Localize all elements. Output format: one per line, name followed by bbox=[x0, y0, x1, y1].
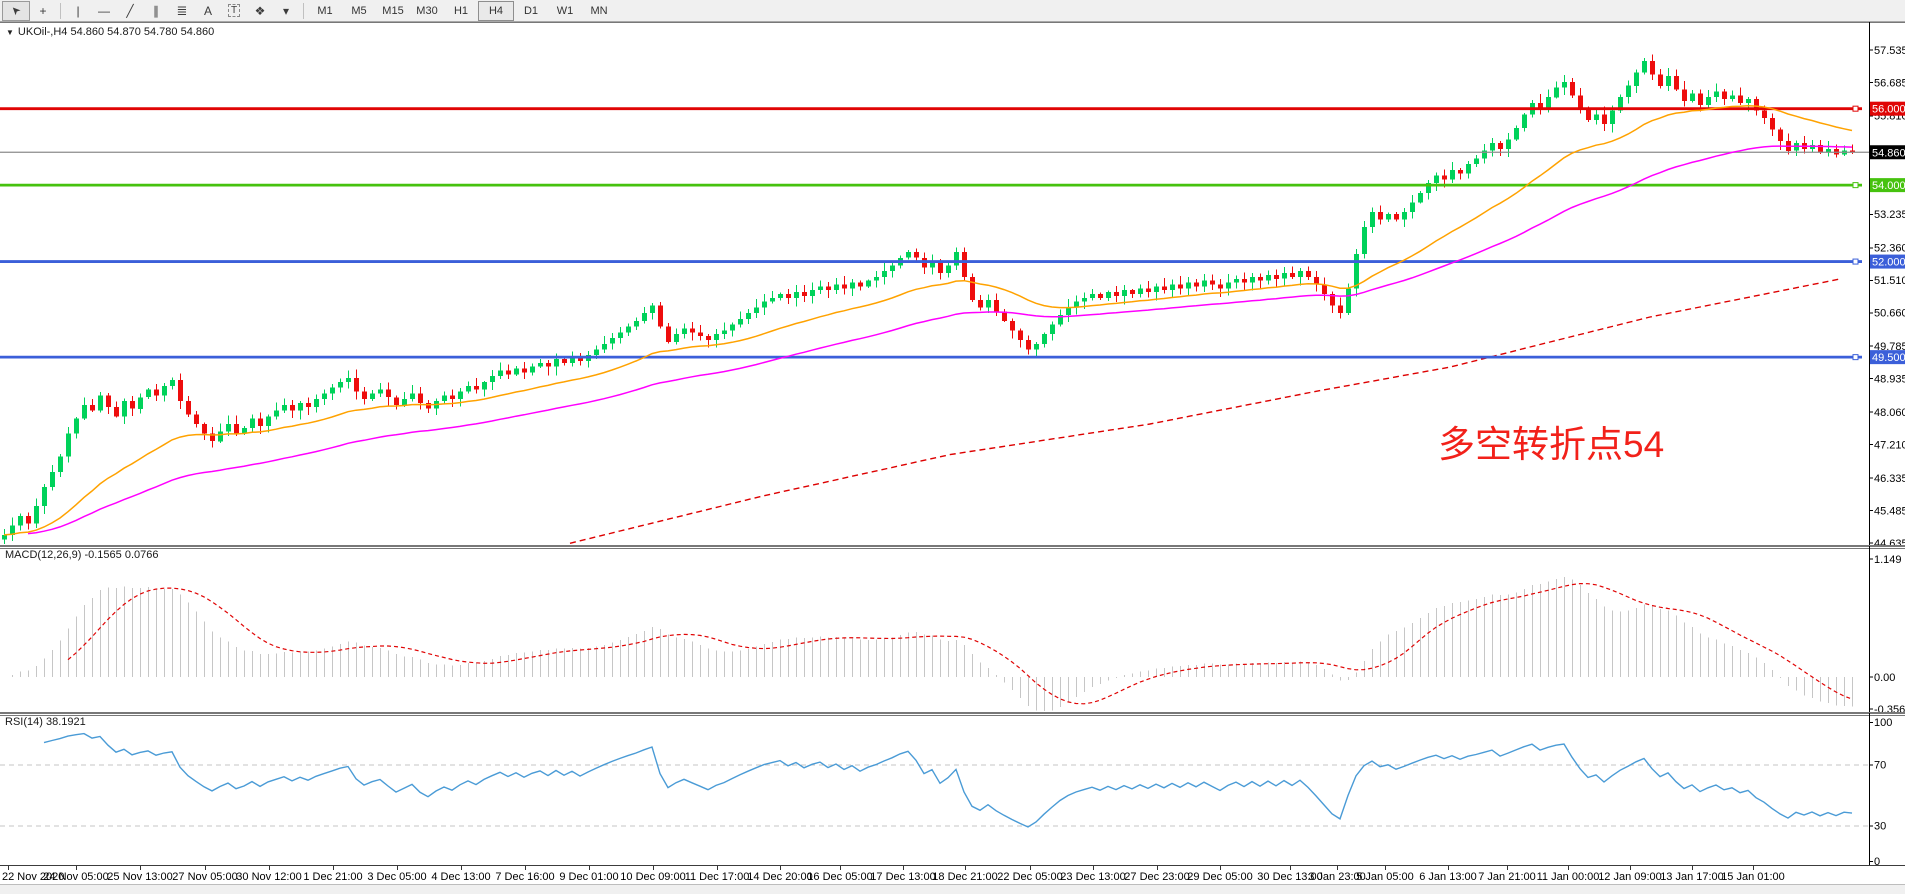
timeframe-h4-button[interactable]: H4 bbox=[478, 1, 514, 21]
svg-text:27 Nov 05:00: 27 Nov 05:00 bbox=[172, 871, 237, 883]
arrows-tool-button[interactable]: ❖ bbox=[247, 2, 273, 20]
arrows-dropdown[interactable]: ▾ bbox=[273, 2, 299, 20]
vertical-line-tool-button[interactable]: | bbox=[65, 2, 91, 20]
svg-text:18 Dec 21:00: 18 Dec 21:00 bbox=[932, 871, 997, 883]
svg-text:48.935: 48.935 bbox=[1874, 374, 1905, 386]
collapse-icon[interactable]: ▼ bbox=[6, 28, 14, 37]
timeframe-d1-button[interactable]: D1 bbox=[514, 2, 548, 20]
svg-text:15 Jan 01:00: 15 Jan 01:00 bbox=[1721, 871, 1785, 883]
fibonacci-tool-button[interactable]: ≣ bbox=[169, 2, 195, 20]
svg-text:6 Jan 13:00: 6 Jan 13:00 bbox=[1419, 871, 1477, 883]
svg-text:56.000: 56.000 bbox=[1872, 104, 1905, 116]
svg-text:1.149: 1.149 bbox=[1874, 554, 1902, 566]
svg-text:25 Nov 13:00: 25 Nov 13:00 bbox=[107, 871, 172, 883]
svg-text:57.535: 57.535 bbox=[1874, 45, 1905, 57]
chart-title-text: UKOil-,H4 54.860 54.870 54.780 54.860 bbox=[18, 26, 214, 38]
svg-text:70: 70 bbox=[1874, 760, 1886, 772]
svg-text:56.685: 56.685 bbox=[1874, 77, 1905, 89]
horizontal-line-tool-button[interactable]: — bbox=[91, 2, 117, 20]
svg-text:9 Dec 01:00: 9 Dec 01:00 bbox=[559, 871, 618, 883]
svg-text:49.500: 49.500 bbox=[1872, 352, 1905, 364]
toolbar-separator bbox=[60, 3, 61, 19]
macd-canvas[interactable]: 1.149 0.00 -0.3563 bbox=[0, 546, 1905, 713]
svg-text:3 Dec 05:00: 3 Dec 05:00 bbox=[367, 871, 426, 883]
trendline-tool-icon: ╱ bbox=[126, 4, 133, 18]
svg-text:7 Dec 16:00: 7 Dec 16:00 bbox=[495, 871, 554, 883]
svg-text:50.660: 50.660 bbox=[1874, 308, 1905, 320]
timeframe-mn-button[interactable]: MN bbox=[582, 2, 616, 20]
svg-text:54.000: 54.000 bbox=[1872, 180, 1905, 192]
chart-title[interactable]: ▼ UKOil-,H4 54.860 54.870 54.780 54.860 bbox=[6, 26, 214, 38]
svg-text:0: 0 bbox=[1874, 856, 1880, 866]
svg-text:14 Dec 20:00: 14 Dec 20:00 bbox=[747, 871, 812, 883]
rsi-indicator-label: RSI(14) 38.1921 bbox=[5, 716, 86, 728]
svg-text:51.510: 51.510 bbox=[1874, 275, 1905, 287]
vertical-line-tool-icon: | bbox=[76, 4, 79, 18]
svg-text:53.235: 53.235 bbox=[1874, 209, 1905, 221]
cursor-tool-icon: ➤ bbox=[8, 3, 24, 19]
annotation-text[interactable]: 多空转折点54 bbox=[1438, 414, 1664, 468]
crosshair-tool-button[interactable]: + bbox=[30, 2, 56, 20]
svg-text:12 Jan 09:00: 12 Jan 09:00 bbox=[1598, 871, 1662, 883]
arrows-dropdown-icon: ▾ bbox=[283, 4, 289, 18]
svg-text:7 Jan 21:00: 7 Jan 21:00 bbox=[1478, 871, 1536, 883]
trendline-tool-button[interactable]: ╱ bbox=[117, 2, 143, 20]
svg-text:16 Dec 05:00: 16 Dec 05:00 bbox=[807, 871, 872, 883]
equidistant-channel-tool-icon: ∥ bbox=[153, 4, 159, 18]
toolbar: ➤ + | — ╱ ∥ ≣ A T ❖ ▾ M1M5M15M30H1H4D1W1MN bbox=[0, 0, 1905, 22]
svg-text:24 Nov 05:00: 24 Nov 05:00 bbox=[43, 871, 108, 883]
svg-text:27 Dec 23:00: 27 Dec 23:00 bbox=[1124, 871, 1189, 883]
equidistant-channel-tool-button[interactable]: ∥ bbox=[143, 2, 169, 20]
timeframe-m15-button[interactable]: M15 bbox=[376, 2, 410, 20]
svg-text:52.360: 52.360 bbox=[1874, 243, 1905, 255]
svg-text:54.860: 54.860 bbox=[1872, 147, 1905, 159]
svg-text:17 Dec 13:00: 17 Dec 13:00 bbox=[870, 871, 935, 883]
svg-text:1 Dec 21:00: 1 Dec 21:00 bbox=[303, 871, 362, 883]
svg-text:11 Jan 00:00: 11 Jan 00:00 bbox=[1537, 871, 1600, 883]
rsi-canvas[interactable]: 100 70 30 0 bbox=[0, 713, 1905, 866]
svg-text:23 Dec 13:00: 23 Dec 13:00 bbox=[1060, 871, 1125, 883]
svg-text:48.060: 48.060 bbox=[1874, 407, 1905, 419]
timeframe-m30-button[interactable]: M30 bbox=[410, 2, 444, 20]
crosshair-tool-icon: + bbox=[39, 4, 46, 18]
svg-text:0.00: 0.00 bbox=[1874, 672, 1895, 684]
text-label-tool-icon: T bbox=[228, 4, 240, 17]
text-tool-button[interactable]: A bbox=[195, 2, 221, 20]
svg-text:10 Dec 09:00: 10 Dec 09:00 bbox=[620, 871, 685, 883]
svg-text:52.000: 52.000 bbox=[1872, 257, 1905, 269]
svg-text:46.335: 46.335 bbox=[1874, 473, 1905, 485]
svg-text:11 Dec 17:00: 11 Dec 17:00 bbox=[685, 871, 750, 883]
arrows-tool-icon: ❖ bbox=[255, 4, 266, 18]
svg-text:29 Dec 05:00: 29 Dec 05:00 bbox=[1187, 871, 1252, 883]
macd-indicator-label: MACD(12,26,9) -0.1565 0.0766 bbox=[5, 549, 158, 561]
svg-text:30 Nov 12:00: 30 Nov 12:00 bbox=[236, 871, 301, 883]
cursor-tool-button[interactable]: ➤ bbox=[2, 1, 30, 21]
svg-text:45.485: 45.485 bbox=[1874, 505, 1905, 517]
text-label-tool-button[interactable]: T bbox=[221, 2, 247, 20]
svg-text:47.210: 47.210 bbox=[1874, 440, 1905, 452]
timeframe-m5-button[interactable]: M5 bbox=[342, 2, 376, 20]
mt4-terminal-window: { "toolbar": { "tools": [ {"name": "curs… bbox=[0, 0, 1905, 894]
text-tool-icon: A bbox=[204, 4, 212, 18]
timeframe-m1-button[interactable]: M1 bbox=[308, 2, 342, 20]
svg-text:-0.3563: -0.3563 bbox=[1874, 704, 1905, 713]
time-axis[interactable]: 22 Nov 202024 Nov 05:0025 Nov 13:0027 No… bbox=[0, 866, 1905, 884]
status-bar bbox=[0, 884, 1905, 894]
timeframe-w1-button[interactable]: W1 bbox=[548, 2, 582, 20]
svg-text:22 Dec 05:00: 22 Dec 05:00 bbox=[997, 871, 1062, 883]
svg-text:100: 100 bbox=[1874, 717, 1892, 729]
fibonacci-tool-icon: ≣ bbox=[177, 3, 188, 19]
timeframe-h1-button[interactable]: H1 bbox=[444, 2, 478, 20]
svg-text:4 Dec 13:00: 4 Dec 13:00 bbox=[431, 871, 490, 883]
svg-text:30: 30 bbox=[1874, 821, 1886, 833]
svg-text:44.635: 44.635 bbox=[1874, 538, 1905, 546]
svg-text:5 Jan 05:00: 5 Jan 05:00 bbox=[1356, 871, 1414, 883]
toolbar-separator bbox=[303, 3, 304, 19]
horizontal-line-tool-icon: — bbox=[98, 4, 110, 18]
svg-text:13 Jan 17:00: 13 Jan 17:00 bbox=[1660, 871, 1724, 883]
